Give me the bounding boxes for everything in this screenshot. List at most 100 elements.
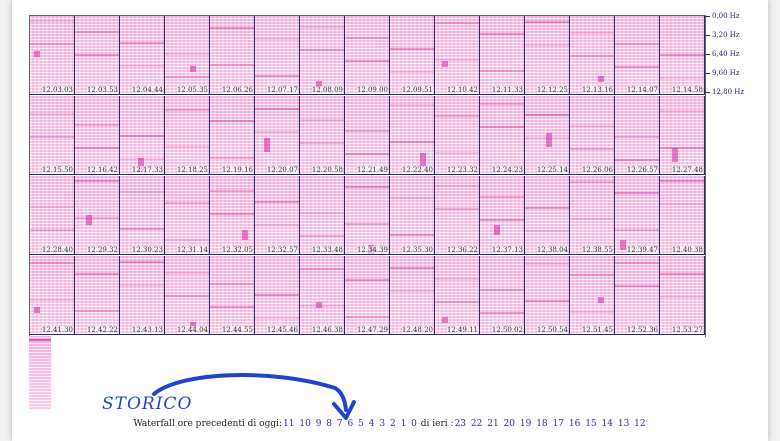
today-hour-link[interactable]: 1 — [401, 419, 407, 429]
waterfall-time-label: 12.29.32 — [86, 246, 118, 254]
waterfall-cell[interactable]: 12.42.22 — [75, 256, 120, 335]
waterfall-time-label: 12.45.46 — [266, 326, 298, 334]
yesterday-hour-link[interactable]: 17 — [553, 419, 564, 429]
waterfall-cell[interactable]: 12.27.48 — [660, 96, 705, 175]
waterfall-cell[interactable]: 12.26.57 — [615, 96, 660, 175]
waterfall-cell[interactable]: 12.32.05 — [210, 176, 255, 255]
yesterday-hour-link[interactable]: 13 — [618, 419, 629, 429]
waterfall-time-label: 12.22.40 — [401, 166, 433, 174]
waterfall-cell[interactable]: 12.51.45 — [570, 256, 615, 335]
waterfall-cell[interactable]: 12.40.38 — [660, 176, 705, 255]
waterfall-cell[interactable]: 12.21.49 — [345, 96, 390, 175]
today-hour-link[interactable]: 9 — [316, 419, 322, 429]
waterfall-cell[interactable]: 12.13.16 — [570, 16, 615, 95]
waterfall-cell[interactable]: 12.18.25 — [165, 96, 210, 175]
waterfall-cell[interactable]: 12.04.44 — [120, 16, 165, 95]
today-hour-link[interactable]: 7 — [337, 419, 343, 429]
yesterday-hour-link[interactable]: 21 — [487, 419, 498, 429]
waterfall-time-label: 12.07.17 — [266, 86, 298, 94]
waterfall-time-label: 12.35.30 — [401, 246, 433, 254]
waterfall-cell[interactable]: 12.03.53 — [75, 16, 120, 95]
waterfall-cell[interactable]: 12.12.25 — [525, 16, 570, 95]
waterfall-cell[interactable]: 12.07.17 — [255, 16, 300, 95]
waterfall-cell[interactable]: 12.16.42 — [75, 96, 120, 175]
waterfall-cell[interactable]: 12.46.38 — [300, 256, 345, 335]
yesterday-hour-link[interactable]: 19 — [520, 419, 531, 429]
waterfall-cell[interactable]: 12.03.03 — [30, 16, 75, 95]
today-hour-link[interactable]: 4 — [369, 419, 375, 429]
waterfall-cell[interactable]: 12.50.02 — [480, 256, 525, 335]
waterfall-cell[interactable]: 12.06.26 — [210, 16, 255, 95]
today-hour-link[interactable]: 10 — [299, 419, 310, 429]
waterfall-cell[interactable]: 12.09.51 — [390, 16, 435, 95]
waterfall-cell[interactable]: 12.37.13 — [480, 176, 525, 255]
waterfall-cell[interactable]: 12.22.40 — [390, 96, 435, 175]
yesterday-hour-link[interactable]: 22 — [471, 419, 482, 429]
today-hour-link[interactable]: 0 — [411, 419, 417, 429]
waterfall-cell[interactable]: 12.47.29 — [345, 256, 390, 335]
waterfall-cell[interactable]: 12.48.20 — [390, 256, 435, 335]
yesterday-hour-link[interactable]: 16 — [569, 419, 580, 429]
waterfall-cell[interactable]: 12.28.40 — [30, 176, 75, 255]
waterfall-cell[interactable]: 12.25.14 — [525, 96, 570, 175]
waterfall-cell[interactable]: 12.09.00 — [345, 16, 390, 95]
waterfall-cell[interactable]: 12.10.42 — [435, 16, 480, 95]
waterfall-time-label: 12.32.57 — [266, 246, 298, 254]
current-waterfall-cell[interactable] — [29, 336, 51, 410]
yesterday-hour-link[interactable]: 15 — [585, 419, 596, 429]
yesterday-hour-link[interactable]: 14 — [602, 419, 613, 429]
waterfall-cell[interactable]: 12.17.33 — [120, 96, 165, 175]
waterfall-cell[interactable]: 12.20.07 — [255, 96, 300, 175]
waterfall-cell[interactable]: 12.19.16 — [210, 96, 255, 175]
waterfall-cell[interactable]: 12.14.07 — [615, 16, 660, 95]
waterfall-cell[interactable]: 12.43.13 — [120, 256, 165, 335]
today-hour-link[interactable]: 2 — [390, 419, 396, 429]
waterfall-cell[interactable]: 12.32.57 — [255, 176, 300, 255]
yesterday-hour-link[interactable]: 20 — [504, 419, 515, 429]
waterfall-cell[interactable]: 12.20.58 — [300, 96, 345, 175]
waterfall-time-label: 12.38.04 — [536, 246, 568, 254]
yesterday-hour-link[interactable]: 12 — [634, 419, 645, 429]
waterfall-cell[interactable]: 12.45.46 — [255, 256, 300, 335]
waterfall-cell[interactable]: 12.53.27 — [660, 256, 705, 335]
waterfall-cell[interactable]: 12.44.55 — [210, 256, 255, 335]
waterfall-cell[interactable]: 12.30.23 — [120, 176, 165, 255]
waterfall-cell[interactable]: 12.38.55 — [570, 176, 615, 255]
waterfall-time-label: 12.47.29 — [356, 326, 388, 334]
waterfall-cell[interactable]: 12.44.04 — [165, 256, 210, 335]
waterfall-cell[interactable]: 12.24.23 — [480, 96, 525, 175]
waterfall-cell[interactable]: 12.33.48 — [300, 176, 345, 255]
waterfall-cell[interactable]: 12.23.32 — [435, 96, 480, 175]
waterfall-cell[interactable]: 12.49.11 — [435, 256, 480, 335]
waterfall-cell[interactable]: 12.08.09 — [300, 16, 345, 95]
waterfall-cell[interactable]: 12.29.32 — [75, 176, 120, 255]
waterfall-cell[interactable]: 12.31.14 — [165, 176, 210, 255]
yesterday-hour-link[interactable]: 18 — [536, 419, 547, 429]
today-hour-link[interactable]: 6 — [348, 419, 354, 429]
waterfall-cell[interactable]: 12.38.04 — [525, 176, 570, 255]
waterfall-cell[interactable]: 12.26.06 — [570, 96, 615, 175]
waterfall-cell[interactable]: 12.05.35 — [165, 16, 210, 95]
waterfall-cell[interactable]: 12.14.58 — [660, 16, 705, 95]
waterfall-cell[interactable]: 12.39.47 — [615, 176, 660, 255]
waterfall-cell[interactable]: 12.35.30 — [390, 176, 435, 255]
waterfall-time-label: 12.39.47 — [626, 246, 658, 254]
waterfall-cell[interactable]: 12.34.39 — [345, 176, 390, 255]
waterfall-time-label: 12.38.55 — [581, 246, 613, 254]
today-hour-link[interactable]: 11 — [283, 419, 294, 429]
waterfall-cell[interactable]: 12.11.33 — [480, 16, 525, 95]
waterfall-time-label: 12.48.20 — [401, 326, 433, 334]
waterfall-cell[interactable]: 12.50.54 — [525, 256, 570, 335]
yesterday-hour-link[interactable]: 23 — [455, 419, 466, 429]
waterfall-cell[interactable]: 12.41.30 — [30, 256, 75, 335]
today-hour-link[interactable]: 8 — [326, 419, 332, 429]
waterfall-time-label: 12.13.16 — [581, 86, 613, 94]
waterfall-time-label: 12.34.39 — [356, 246, 388, 254]
waterfall-cell[interactable]: 12.52.36 — [615, 256, 660, 335]
waterfall-cell[interactable]: 12.15.50 — [30, 96, 75, 175]
today-hour-link[interactable]: 5 — [358, 419, 364, 429]
frequency-label: 6,40 Hz — [704, 50, 764, 58]
today-hour-link[interactable]: 3 — [379, 419, 385, 429]
waterfall-cell[interactable]: 12.36.22 — [435, 176, 480, 255]
waterfall-grid: 12.03.03 12.03.53 12.04.44 12.05.35 12.06.26… — [29, 15, 706, 337]
